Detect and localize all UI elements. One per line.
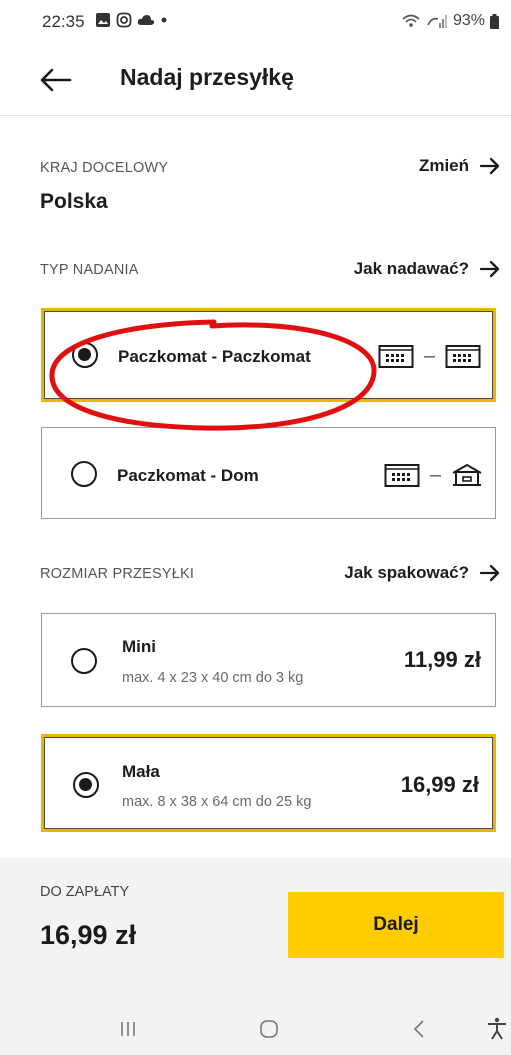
app-header: Nadaj przesyłkę <box>0 50 511 116</box>
back-icon[interactable] <box>404 1016 434 1042</box>
house-icon <box>452 463 482 486</box>
how-to-pack-link[interactable]: Jak spakować? <box>344 563 501 583</box>
country-value: Polska <box>40 190 108 213</box>
battery-icon <box>490 13 499 29</box>
locker-icon <box>384 464 420 487</box>
status-bar: 22:35 93% <box>0 0 511 44</box>
size-option-detail: max. 4 x 23 x 40 cm do 3 kg <box>122 670 304 686</box>
change-country-label: Zmień <box>418 156 469 175</box>
size-option-detail: max. 8 x 38 x 64 cm do 25 kg <box>122 794 312 810</box>
size-option-label: Mała <box>122 762 160 781</box>
battery-percent: 93% <box>452 12 485 29</box>
payment-footer: DO ZAPŁATY 16,99 zł Dalej <box>0 858 511 1000</box>
shipping-option-label: Paczkomat - Dom <box>117 466 259 485</box>
route-icons: – <box>384 462 483 488</box>
arrow-right-icon <box>479 157 500 175</box>
shipping-option-locker-locker[interactable]: Paczkomat - Paczkomat – <box>41 308 496 402</box>
how-to-send-label: Jak nadawać? <box>353 259 469 278</box>
arrow-right-icon <box>479 564 500 582</box>
how-to-send-link[interactable]: Jak nadawać? <box>354 259 501 279</box>
gallery-icon <box>96 13 110 27</box>
shipping-option-label: Paczkomat - Paczkomat <box>118 347 311 366</box>
size-option-label: Mini <box>122 637 156 656</box>
wifi-icon <box>402 14 420 27</box>
radio-selected[interactable] <box>72 342 98 368</box>
route-dash: – <box>429 463 441 486</box>
how-to-pack-label: Jak spakować? <box>344 563 469 582</box>
pay-amount: 16,99 zł <box>40 920 137 950</box>
size-option-price: 16,99 zł <box>400 772 479 797</box>
shipping-type-label: TYP NADANIA <box>40 262 139 278</box>
recents-icon[interactable] <box>113 1016 143 1042</box>
size-option-price: 11,99 zł <box>403 647 481 672</box>
arrow-right-icon <box>479 260 500 278</box>
status-icons-left <box>95 12 168 28</box>
dot-icon <box>161 17 167 23</box>
accessibility-icon[interactable] <box>482 1016 511 1042</box>
home-icon[interactable] <box>254 1016 284 1042</box>
size-option-small[interactable]: Mała max. 8 x 38 x 64 cm do 25 kg 16,99 … <box>41 734 496 832</box>
radio-unselected[interactable] <box>71 461 97 487</box>
next-button[interactable]: Dalej <box>288 892 504 958</box>
route-icons: – <box>378 343 481 369</box>
radio-unselected[interactable] <box>71 648 97 674</box>
page-title: Nadaj przesyłkę <box>120 64 294 90</box>
change-country-link[interactable]: Zmień <box>419 156 501 176</box>
arrow-left-icon[interactable] <box>36 60 76 100</box>
shipping-option-locker-home[interactable]: Paczkomat - Dom – <box>41 427 496 519</box>
signal-icon <box>427 15 447 28</box>
cloud-icon <box>137 15 155 25</box>
system-nav-bar <box>0 1000 511 1055</box>
route-dash: – <box>423 344 435 367</box>
radio-selected[interactable] <box>73 772 99 798</box>
destination-label: KRAJ DOCELOWY <box>40 160 169 176</box>
status-icons-right: 93% <box>401 12 499 30</box>
instagram-icon <box>116 12 132 28</box>
locker-icon <box>378 345 414 368</box>
locker-icon <box>445 345 481 368</box>
package-size-label: ROZMIAR PRZESYŁKI <box>40 566 195 582</box>
size-option-mini[interactable]: Mini max. 4 x 23 x 40 cm do 3 kg 11,99 z… <box>41 613 496 707</box>
status-time: 22:35 <box>42 12 85 31</box>
pay-label: DO ZAPŁATY <box>40 884 130 900</box>
